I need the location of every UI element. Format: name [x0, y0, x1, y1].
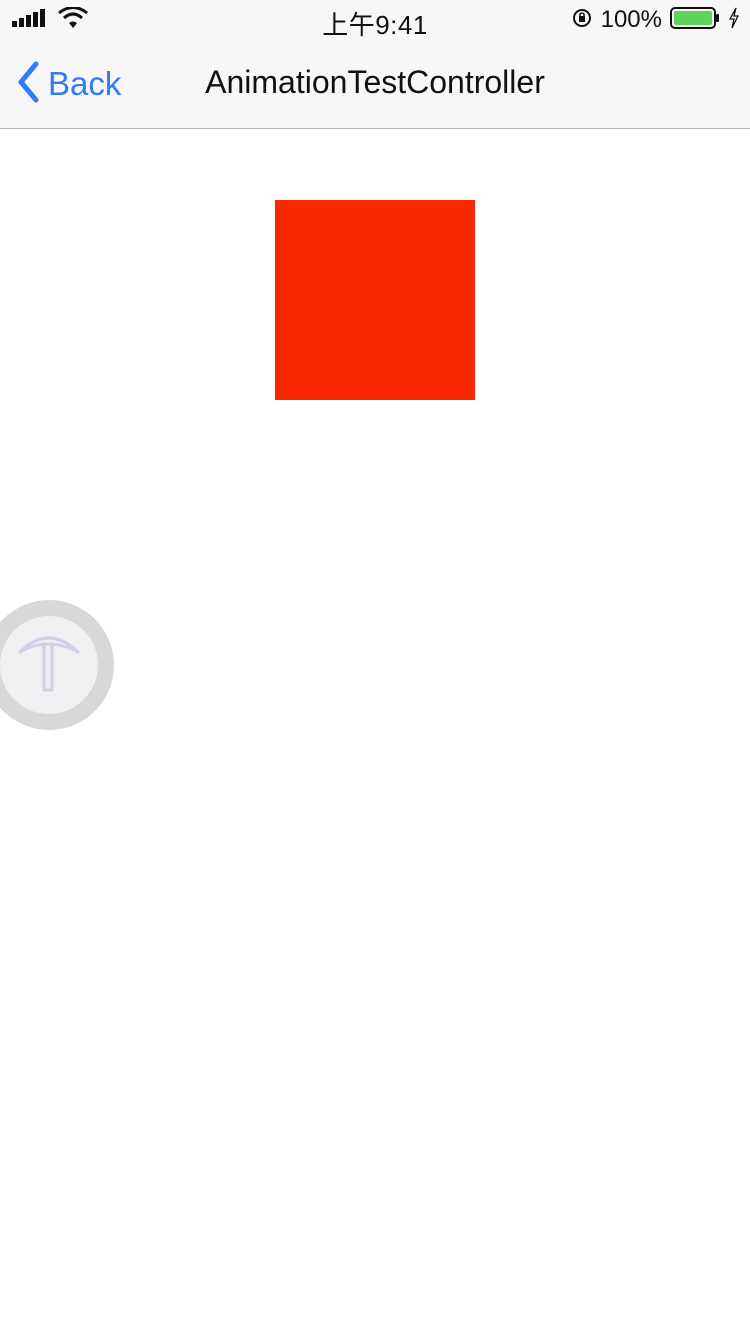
page-title: AnimationTestController	[205, 64, 545, 100]
top-bar: 上午9:41 100% Back AnimationTestController	[0, 0, 750, 129]
charging-icon	[728, 7, 740, 34]
screen: 上午9:41 100% Back AnimationTestController	[0, 0, 750, 1334]
orientation-lock-icon	[571, 7, 593, 34]
assistive-touch-inner	[0, 616, 98, 714]
battery-percentage: 100%	[600, 6, 662, 33]
pickaxe-icon	[14, 628, 84, 703]
assistive-touch-button[interactable]	[0, 600, 114, 730]
navigation-bar: Back AnimationTestController	[0, 40, 750, 128]
status-right: 100%	[571, 6, 740, 34]
animated-square	[275, 200, 475, 400]
battery-icon	[670, 6, 720, 35]
status-bar: 上午9:41 100%	[0, 0, 750, 40]
